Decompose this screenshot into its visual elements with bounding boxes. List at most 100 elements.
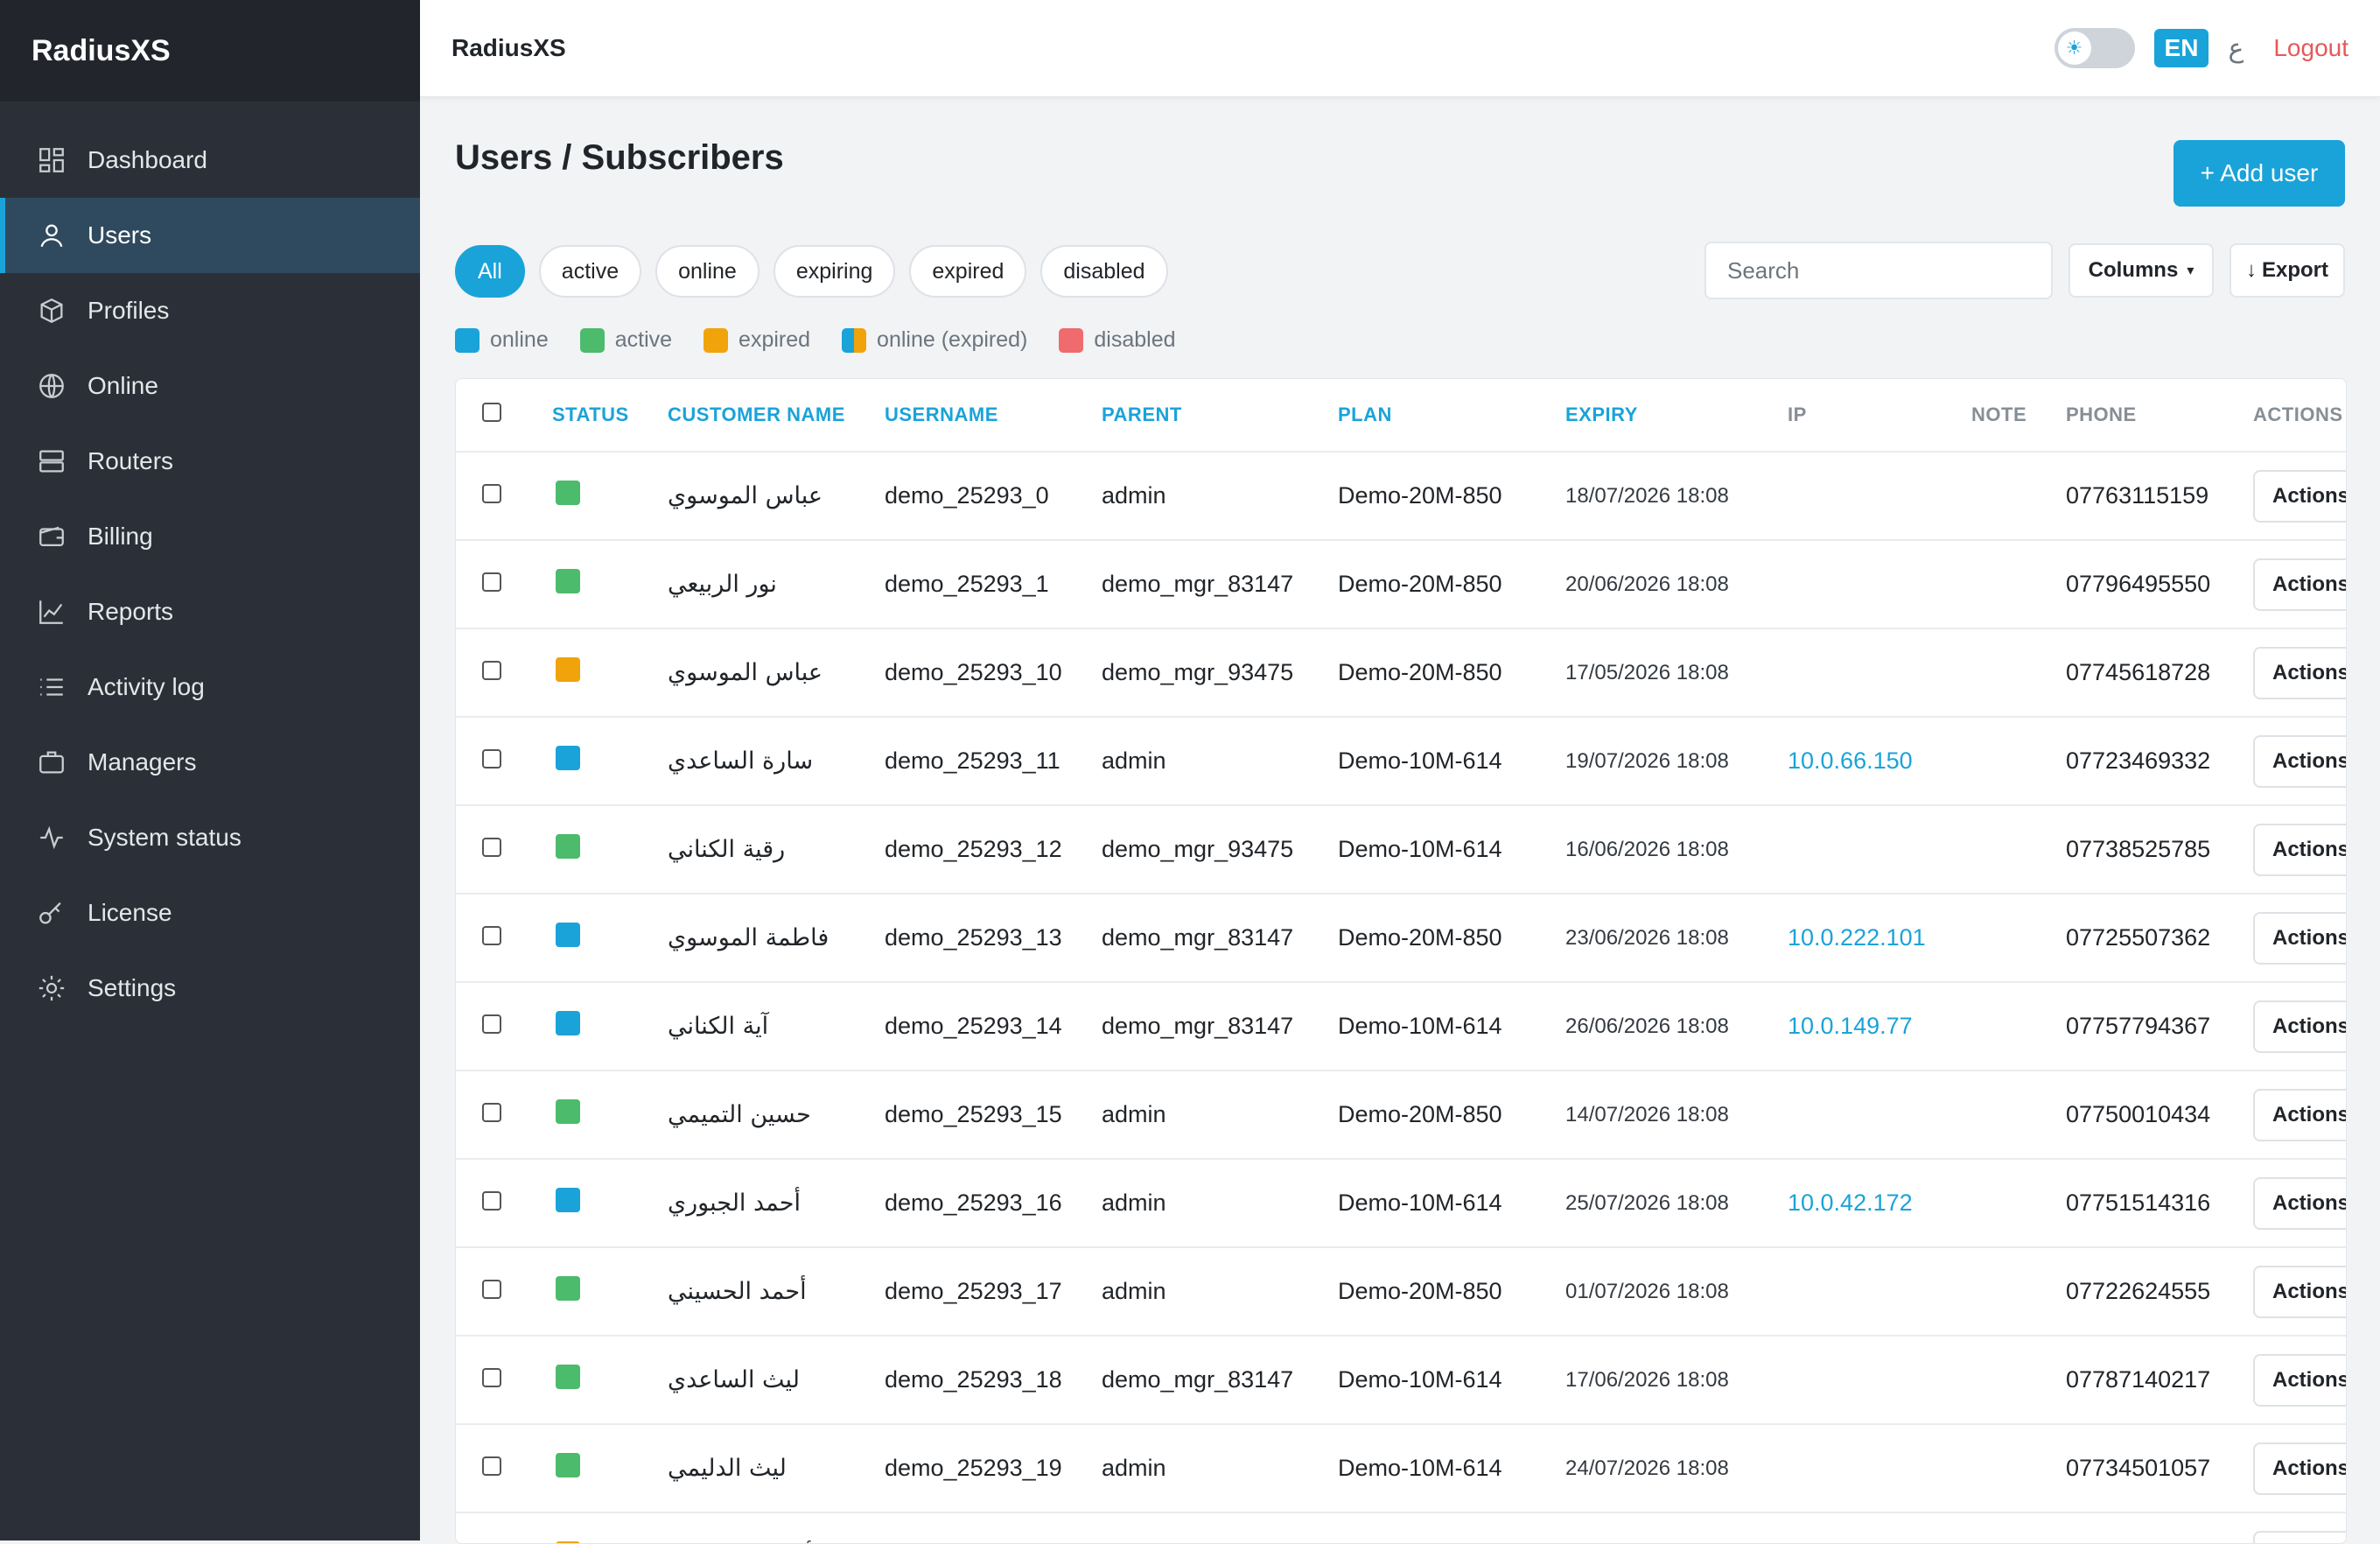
sidebar-item-system-status[interactable]: System status [0, 800, 420, 875]
row-checkbox[interactable] [482, 1456, 501, 1476]
column-header-ip[interactable]: IP [1788, 379, 1971, 452]
column-header-parent[interactable]: PARENT [1102, 379, 1338, 452]
add-user-button[interactable]: + Add user [2174, 140, 2345, 207]
actions-button[interactable]: Actions [2253, 1177, 2347, 1230]
ip-cell[interactable]: 10.0.222.101 [1788, 894, 1971, 982]
filter-chip-all[interactable]: All [455, 245, 525, 298]
row-checkbox[interactable] [482, 572, 501, 592]
legend-swatch [580, 328, 605, 353]
row-checkbox[interactable] [482, 484, 501, 503]
row-checkbox[interactable] [482, 1103, 501, 1122]
table-row[interactable]: ليث الساعديdemo_25293_18demo_mgr_83147De… [456, 1336, 2347, 1424]
ip-cell[interactable]: 10.0.149.77 [1788, 982, 1971, 1070]
actions-button[interactable]: Actions [2253, 647, 2347, 699]
sidebar-item-label: Managers [88, 748, 197, 776]
columns-dropdown-button[interactable]: Columns ▾ [2068, 243, 2214, 298]
filter-chip-expiring[interactable]: expiring [774, 245, 896, 298]
sidebar-item-online[interactable]: Online [0, 348, 420, 424]
column-header-expiry[interactable]: EXPIRY [1565, 379, 1788, 452]
username-cell[interactable]: demo_25293_1 [885, 540, 1102, 628]
actions-button[interactable]: Actions [2253, 1089, 2347, 1141]
username-cell[interactable]: demo_25293_14 [885, 982, 1102, 1070]
username-cell[interactable]: demo_25293_17 [885, 1247, 1102, 1336]
actions-button[interactable]: Actions [2253, 470, 2347, 523]
row-checkbox[interactable] [482, 749, 501, 768]
row-checkbox[interactable] [482, 1280, 501, 1299]
column-header-customer-name[interactable]: CUSTOMER NAME [668, 379, 885, 452]
row-checkbox[interactable] [482, 661, 501, 680]
table-row[interactable]: عباس الموسويdemo_25293_0adminDemo-20M-85… [456, 452, 2347, 540]
status-cell [552, 1159, 668, 1247]
phone-cell: 07787140217 [2066, 1336, 2253, 1424]
username-cell[interactable]: demo_25293_18 [885, 1336, 1102, 1424]
column-header-status[interactable]: STATUS [552, 379, 668, 452]
theme-toggle[interactable]: ☀ [2054, 28, 2135, 68]
username-cell[interactable]: demo_25293_0 [885, 452, 1102, 540]
search-input[interactable]: Search [1704, 242, 2053, 299]
actions-button[interactable]: Actions [2253, 558, 2347, 611]
actions-button[interactable]: Actions [2253, 1000, 2347, 1053]
table-row[interactable]: رقية الكنانيdemo_25293_12demo_mgr_93475D… [456, 805, 2347, 894]
actions-button[interactable]: Actions [2253, 1266, 2347, 1318]
filter-chip-active[interactable]: active [539, 245, 641, 298]
row-checkbox[interactable] [482, 926, 501, 945]
sidebar-item-users[interactable]: Users [0, 198, 420, 273]
column-header-plan[interactable]: PLAN [1338, 379, 1565, 452]
sidebar-item-license[interactable]: License [0, 875, 420, 951]
table-row[interactable]: عباس الموسويdemo_25293_10demo_mgr_93475D… [456, 628, 2347, 717]
table-row[interactable]: فاطمة الموسويdemo_25293_13demo_mgr_83147… [456, 894, 2347, 982]
table-row[interactable]: ليث الدليميdemo_25293_19adminDemo-10M-61… [456, 1424, 2347, 1512]
sidebar-item-profiles[interactable]: Profiles [0, 273, 420, 348]
row-checkbox[interactable] [482, 1014, 501, 1034]
table-row[interactable]: نور الربيعيdemo_25293_1demo_mgr_83147Dem… [456, 540, 2347, 628]
column-header-actions[interactable]: ACTIONS [2253, 379, 2347, 452]
username-cell[interactable]: demo_25293_13 [885, 894, 1102, 982]
sidebar-item-routers[interactable]: Routers [0, 424, 420, 499]
table-row[interactable]: آية الكنانيdemo_25293_14demo_mgr_83147De… [456, 982, 2347, 1070]
row-checkbox[interactable] [482, 1368, 501, 1387]
sidebar-item-reports[interactable]: Reports [0, 574, 420, 649]
username-cell[interactable]: demo_25293_11 [885, 717, 1102, 805]
table-row[interactable]: أحمد الموسويdemo_25293_2demo_mgr_83147De… [456, 1512, 2347, 1544]
column-header-username[interactable]: USERNAME [885, 379, 1102, 452]
column-header-note[interactable]: NOTE [1971, 379, 2066, 452]
logout-link[interactable]: Logout [2273, 34, 2348, 62]
actions-button[interactable]: Actions [2253, 912, 2347, 965]
sidebar-item-dashboard[interactable]: Dashboard [0, 123, 420, 198]
username-cell[interactable]: demo_25293_15 [885, 1070, 1102, 1159]
row-checkbox[interactable] [482, 838, 501, 857]
sidebar-item-settings[interactable]: Settings [0, 951, 420, 1026]
table-row[interactable]: سارة الساعديdemo_25293_11adminDemo-10M-6… [456, 717, 2347, 805]
filter-chip-online[interactable]: online [655, 245, 760, 298]
username-cell[interactable]: demo_25293_16 [885, 1159, 1102, 1247]
sidebar-item-managers[interactable]: Managers [0, 725, 420, 800]
actions-button[interactable]: Actions [2253, 1442, 2347, 1495]
actions-button[interactable]: Actions [2253, 1354, 2347, 1407]
username-cell[interactable]: demo_25293_10 [885, 628, 1102, 717]
lang-ar-button[interactable]: ع [2228, 33, 2244, 64]
actions-button[interactable]: Actions [2253, 824, 2347, 876]
lang-en-button[interactable]: EN [2154, 29, 2209, 67]
column-header-phone[interactable]: PHONE [2066, 379, 2253, 452]
actions-button[interactable]: Actions [2253, 735, 2347, 788]
username-cell[interactable]: demo_25293_19 [885, 1424, 1102, 1512]
ip-cell[interactable]: 10.0.66.150 [1788, 717, 1971, 805]
username-cell[interactable]: demo_25293_2 [885, 1512, 1102, 1544]
filter-chip-expired[interactable]: expired [909, 245, 1026, 298]
row-checkbox[interactable] [482, 1191, 501, 1211]
actions-button[interactable]: Actions [2253, 1531, 2347, 1544]
legend-swatch [455, 328, 480, 353]
sidebar-item-billing[interactable]: Billing [0, 499, 420, 574]
username-cell[interactable]: demo_25293_12 [885, 805, 1102, 894]
actions-cell: Actions [2253, 1512, 2347, 1544]
sidebar-item-activity-log[interactable]: Activity log [0, 649, 420, 725]
brand-logo[interactable]: RadiusXS [0, 0, 420, 102]
export-button[interactable]: ↓ Export [2230, 243, 2345, 298]
table-row[interactable]: أحمد الجبوريdemo_25293_16adminDemo-10M-6… [456, 1159, 2347, 1247]
ip-cell[interactable]: 10.0.42.172 [1788, 1159, 1971, 1247]
table-row[interactable]: أحمد الحسينيdemo_25293_17adminDemo-20M-8… [456, 1247, 2347, 1336]
select-all-checkbox[interactable] [482, 403, 501, 422]
filter-chip-disabled[interactable]: disabled [1040, 245, 1167, 298]
table-row[interactable]: حسين التميميdemo_25293_15adminDemo-20M-8… [456, 1070, 2347, 1159]
phone-cell: 07734501057 [2066, 1424, 2253, 1512]
